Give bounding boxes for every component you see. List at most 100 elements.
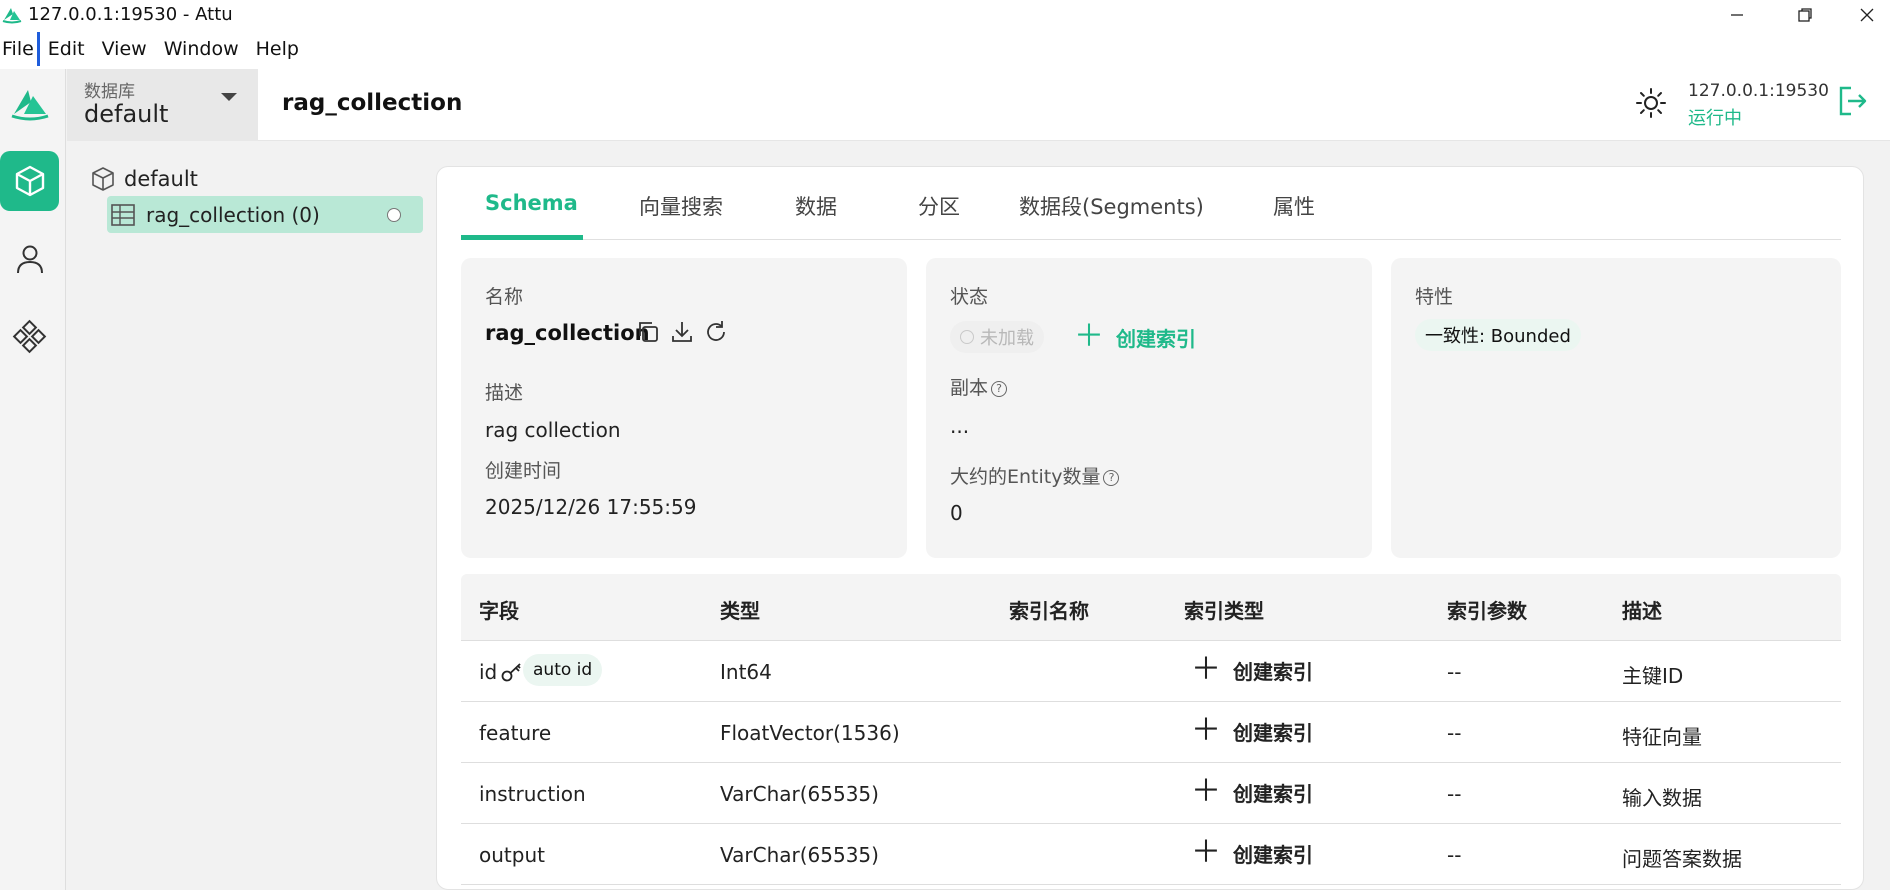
field-type: FloatVector(1536): [720, 721, 900, 745]
user-nav-icon: [16, 245, 43, 274]
copy-icon[interactable]: [635, 319, 661, 345]
load-status-dot: [387, 208, 401, 222]
create-index-button[interactable]: ＋ 创建索引: [1191, 777, 1313, 807]
theme-toggle-icon[interactable]: [1634, 86, 1668, 120]
plus-icon: ＋: [1191, 835, 1221, 870]
tree-collection-label: rag_collection (0): [146, 202, 320, 227]
database-select[interactable]: 数据库 default: [67, 69, 258, 141]
database-icon: [92, 167, 114, 191]
download-icon[interactable]: [669, 319, 695, 345]
field-name: id: [479, 660, 498, 684]
tree-collection-item[interactable]: rag_collection (0): [107, 196, 423, 233]
tab-bar: Schema 向量搜索 数据 分区 数据段(Segments) 属性: [461, 167, 1841, 240]
create-index-text: 创建索引: [1233, 842, 1313, 867]
attu-logo-icon: [2, 7, 22, 23]
help-icon[interactable]: ?: [991, 381, 1008, 397]
field-type: VarChar(65535): [720, 782, 879, 806]
description-value: rag collection: [485, 418, 621, 442]
menu-edit[interactable]: Edit: [46, 29, 85, 69]
field-name: instruction: [479, 782, 586, 806]
nav-collections[interactable]: [0, 151, 59, 211]
column-header-description: 描述: [1622, 599, 1662, 623]
load-state-chip: 未加载: [950, 321, 1044, 353]
server-status: 运行中: [1688, 108, 1742, 129]
tab-segments[interactable]: 数据段(Segments): [1019, 191, 1204, 221]
tab-data[interactable]: 数据: [795, 191, 837, 221]
field-description: 特征向量: [1622, 725, 1702, 749]
field-description: 问题答案数据: [1622, 847, 1742, 871]
close-icon: [1860, 8, 1874, 21]
column-header-index-type: 索引类型: [1184, 599, 1264, 623]
create-index-text: 创建索引: [1233, 659, 1313, 684]
plus-icon: ＋: [1074, 319, 1104, 354]
field-description: 输入数据: [1622, 786, 1702, 810]
menu-view[interactable]: View: [100, 29, 147, 69]
schema-table: 字段 类型 索引名称 索引类型 索引参数 描述 id auto id Int64…: [461, 574, 1841, 885]
column-header-index-name: 索引名称: [1009, 599, 1089, 623]
minimize-button[interactable]: [1714, 0, 1760, 29]
status-panel: 状态 未加载 ＋ 创建索引 副本? ... 大约的Entity数量? 0: [926, 258, 1372, 558]
plus-icon: ＋: [1191, 774, 1221, 809]
field-name: feature: [479, 721, 552, 745]
table-header: 字段 类型 索引名称 索引类型 索引参数 描述: [461, 574, 1841, 641]
menu-help[interactable]: Help: [254, 29, 299, 69]
title-bar: 127.0.0.1:19530 - Attu: [0, 0, 1890, 29]
attu-logo-icon[interactable]: [10, 84, 50, 124]
entity-count-value: 0: [950, 501, 963, 525]
tab-vector-search[interactable]: 向量搜索: [639, 191, 723, 221]
column-header-type: 类型: [720, 599, 760, 623]
database-select-label: 数据库: [84, 82, 135, 102]
nav-rail: [0, 69, 66, 890]
created-time-value: 2025/12/26 17:55:59: [485, 495, 697, 519]
menu-window[interactable]: Window: [162, 29, 239, 69]
tab-properties[interactable]: 属性: [1273, 191, 1315, 221]
database-select-value: default: [84, 100, 169, 128]
active-tab-indicator: [461, 235, 583, 240]
replica-value: ...: [950, 414, 970, 438]
settings-nav-icon: [12, 319, 46, 354]
page-title: rag_collection: [282, 90, 463, 116]
create-index-button[interactable]: ＋ 创建索引: [1074, 322, 1196, 352]
key-icon: [501, 663, 521, 682]
create-index-text: 创建索引: [1233, 781, 1313, 806]
create-index-text: 创建索引: [1116, 326, 1196, 351]
table-row: instruction VarChar(65535) ＋ 创建索引 -- 输入数据: [461, 763, 1841, 824]
nav-users[interactable]: [0, 229, 59, 289]
tree-database[interactable]: default: [90, 166, 198, 192]
menu-file[interactable]: File: [0, 29, 34, 69]
maximize-icon: [1798, 7, 1812, 22]
field-description: 主键ID: [1622, 664, 1684, 688]
tab-schema[interactable]: Schema: [485, 191, 578, 215]
index-params: --: [1447, 843, 1462, 867]
index-params: --: [1447, 721, 1462, 745]
logout-icon[interactable]: [1835, 83, 1871, 119]
unloaded-ring-icon: [960, 330, 974, 344]
field-type: VarChar(65535): [720, 843, 879, 867]
created-time-label: 创建时间: [485, 460, 562, 482]
collection-name: rag_collection: [485, 321, 650, 345]
description-label: 描述: [485, 382, 524, 404]
index-params: --: [1447, 660, 1462, 684]
menu-bar: File Edit View Window Help: [0, 29, 1890, 69]
nav-system[interactable]: [0, 307, 59, 367]
maximize-button[interactable]: [1782, 0, 1828, 29]
table-row: id auto id Int64 ＋ 创建索引 -- 主键ID: [461, 641, 1841, 702]
create-index-button[interactable]: ＋ 创建索引: [1191, 716, 1313, 746]
plus-icon: ＋: [1191, 652, 1221, 687]
tree-database-label: default: [124, 167, 198, 191]
replica-label: 副本?: [950, 373, 1008, 400]
column-header-index-params: 索引参数: [1447, 599, 1527, 623]
minimize-icon: [1731, 13, 1743, 16]
help-icon[interactable]: ?: [1103, 470, 1120, 486]
server-address: 127.0.0.1:19530: [1688, 81, 1829, 101]
refresh-icon[interactable]: [703, 319, 729, 345]
info-panel: 名称 rag_collection 描述 rag collection 创建时间…: [461, 258, 907, 558]
consistency-chip: 一致性: Bounded: [1415, 319, 1581, 351]
chevron-down-icon: [221, 93, 237, 101]
plus-icon: ＋: [1191, 713, 1221, 748]
create-index-button[interactable]: ＋ 创建索引: [1191, 655, 1313, 685]
create-index-button[interactable]: ＋ 创建索引: [1191, 838, 1313, 868]
close-button[interactable]: [1844, 0, 1890, 29]
collection-nav-icon: [15, 165, 44, 197]
tab-partitions[interactable]: 分区: [918, 191, 960, 221]
